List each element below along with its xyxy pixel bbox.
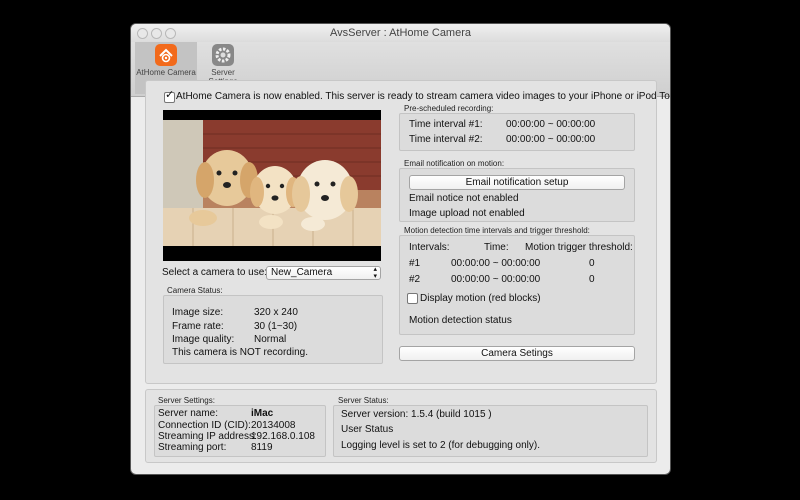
select-camera-label: Select a camera to use:	[162, 267, 268, 278]
motion-row-2-time: 00:00:00 ~ 00:00:00	[451, 274, 541, 285]
motion-detection-status: Motion detection status	[409, 315, 512, 326]
recording-status: This camera is NOT recording.	[172, 347, 308, 358]
server-name-value: iMac	[251, 408, 274, 419]
motion-row-2-threshold: 0	[589, 274, 595, 285]
image-size-label: Image size:	[172, 307, 224, 318]
enable-label: AtHome Camera is now enabled. This serve…	[176, 91, 670, 102]
time-interval-2-value: 00:00:00 ~ 00:00:00	[506, 134, 596, 145]
time-header: Time:	[484, 242, 509, 253]
motion-row-1-threshold: 0	[589, 258, 595, 269]
tab-label: AtHome Camera	[136, 68, 196, 77]
frame-rate-value: 30 (1~30)	[254, 321, 298, 332]
checkmark-icon: ✓	[165, 89, 175, 101]
time-interval-1-value: 00:00:00 ~ 00:00:00	[506, 119, 596, 130]
time-interval-1-label: Time interval #1:	[409, 119, 483, 130]
streaming-ip-label: Streaming IP address:	[158, 431, 257, 442]
display-motion-checkbox[interactable]	[407, 293, 418, 304]
logging-level: Logging level is set to 2 (for debugging…	[341, 440, 541, 451]
camera-settings-button[interactable]: Camera Setings	[399, 346, 635, 361]
time-interval-2-label: Time interval #2:	[409, 134, 483, 145]
camera-preview	[163, 110, 381, 261]
server-name-label: Server name:	[158, 408, 219, 419]
server-settings-icon	[212, 44, 234, 66]
display-motion-label: Display motion (red blocks)	[420, 293, 541, 304]
intervals-header: Intervals:	[409, 242, 450, 253]
window-title: AvsServer : AtHome Camera	[329, 27, 471, 39]
streaming-ip-value: 192.168.0.108	[251, 431, 315, 442]
prescheduled-label: Pre-scheduled recording:	[404, 104, 494, 113]
threshold-header: Motion trigger threshold:	[525, 242, 633, 253]
streaming-port-value: 8119	[251, 442, 273, 453]
frame-rate-label: Frame rate:	[172, 321, 224, 332]
athome-camera-icon	[155, 44, 177, 66]
enable-checkbox[interactable]: ✓	[164, 89, 175, 103]
image-size-value: 320 x 240	[254, 307, 298, 318]
image-upload-status: Image upload not enabled	[409, 208, 525, 219]
motion-row-1-time: 00:00:00 ~ 00:00:00	[451, 258, 541, 269]
camera-select-value: New_Camera	[271, 267, 333, 278]
email-notice-status: Email notice not enabled	[409, 193, 519, 204]
streaming-port-label: Streaming port:	[158, 442, 227, 453]
server-version: Server version: 1.5.4 (build 1015 )	[341, 409, 492, 420]
updown-arrows-icon: ▴ ▾	[373, 266, 377, 280]
motion-detection-label: Motion detection time intervals and trig…	[404, 226, 590, 235]
camera-status-label: Camera Status:	[167, 286, 223, 295]
email-notification-label: Email notification on motion:	[404, 159, 505, 168]
connection-id-value: 20134008	[251, 420, 296, 431]
user-status: User Status	[341, 424, 394, 435]
image-quality-value: Normal	[254, 334, 287, 345]
puppies-image	[163, 110, 381, 261]
camera-select[interactable]: New_Camera ▴ ▾	[266, 266, 381, 280]
server-settings-label: Server Settings:	[158, 396, 215, 405]
title-bar: AvsServer : AtHome Camera	[131, 24, 670, 42]
app-window: AvsServer : AtHome Camera AtHome Camera …	[131, 24, 670, 474]
email-notification-setup-button[interactable]: Email notification setup	[409, 175, 625, 190]
connection-id-label: Connection ID (CID):	[158, 420, 251, 431]
server-status-label: Server Status:	[338, 396, 389, 405]
motion-row-1-id: #1	[409, 258, 421, 269]
image-quality-label: Image quality:	[172, 334, 235, 345]
motion-row-2-id: #2	[409, 274, 421, 285]
